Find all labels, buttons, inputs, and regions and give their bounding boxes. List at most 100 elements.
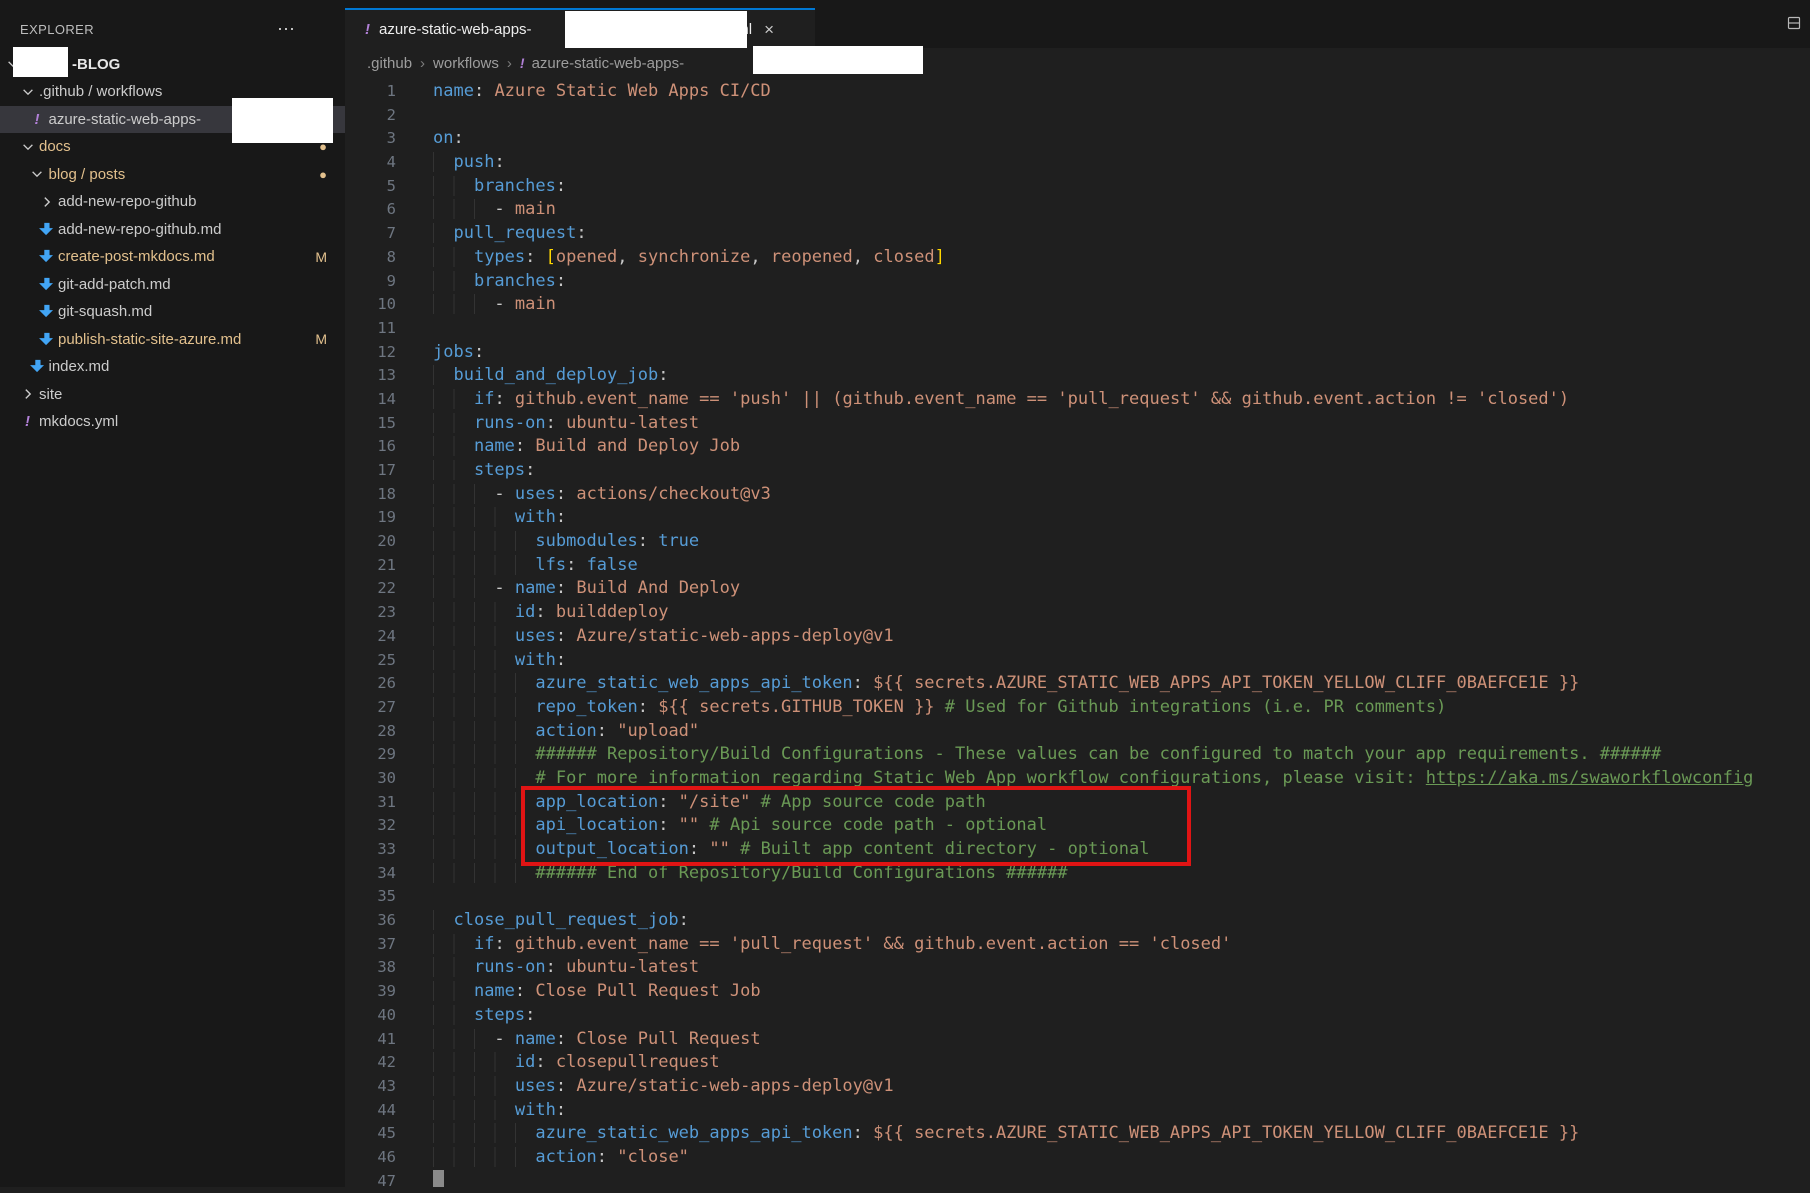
tree-item[interactable]: git-add-patch.md bbox=[0, 271, 345, 299]
line-number: 5 bbox=[345, 175, 396, 199]
code-line[interactable]: 4 push: bbox=[345, 151, 1810, 175]
code-line-content: action: "upload" bbox=[433, 720, 699, 744]
code-line[interactable]: 7 pull_request: bbox=[345, 222, 1810, 246]
code-line[interactable]: 10 - main bbox=[345, 293, 1810, 317]
more-actions-icon[interactable]: ⋯ bbox=[277, 24, 295, 34]
code-line[interactable]: 23 id: builddeploy bbox=[345, 601, 1810, 625]
tree-item[interactable]: add-new-repo-github bbox=[0, 188, 345, 216]
tree-item[interactable]: site bbox=[0, 381, 345, 409]
code-line[interactable]: 21 lfs: false bbox=[345, 554, 1810, 578]
code-line[interactable]: 35 bbox=[345, 885, 1810, 909]
code-line[interactable]: 12jobs: bbox=[345, 341, 1810, 365]
line-number: 4 bbox=[345, 151, 396, 175]
tree-item-label: docs bbox=[39, 138, 71, 155]
code-line[interactable]: 8 types: [opened, synchronize, reopened,… bbox=[345, 246, 1810, 270]
code-line-content: on: bbox=[433, 127, 464, 151]
line-number: 8 bbox=[345, 246, 396, 270]
code-line-content: with: bbox=[433, 649, 566, 673]
code-line-content: push: bbox=[433, 151, 505, 175]
code-line-content: output_location: "" # Built app content … bbox=[433, 838, 1150, 862]
code-line[interactable]: 16 name: Build and Deploy Job bbox=[345, 435, 1810, 459]
tree-item[interactable]: blog / posts● bbox=[0, 161, 345, 189]
code-line[interactable]: 25 with: bbox=[345, 649, 1810, 673]
code-line[interactable]: 38 runs-on: ubuntu-latest bbox=[345, 956, 1810, 980]
code-line-content: runs-on: ubuntu-latest bbox=[433, 412, 699, 436]
breadcrumb-file-prefix[interactable]: azure-static-web-apps- bbox=[532, 55, 685, 72]
code-line[interactable]: 31 app_location: "/site" # App source co… bbox=[345, 791, 1810, 815]
tree-item[interactable]: index.md bbox=[0, 353, 345, 381]
tree-item[interactable]: git-squash.md bbox=[0, 298, 345, 326]
code-line[interactable]: 3on: bbox=[345, 127, 1810, 151]
code-line[interactable]: 45 azure_static_web_apps_api_token: ${{ … bbox=[345, 1122, 1810, 1146]
yaml-file-icon: ! bbox=[365, 21, 370, 38]
code-line[interactable]: 26 azure_static_web_apps_api_token: ${{ … bbox=[345, 672, 1810, 696]
code-line[interactable]: 42 id: closepullrequest bbox=[345, 1051, 1810, 1075]
code-line[interactable]: 28 action: "upload" bbox=[345, 720, 1810, 744]
code-line[interactable]: 18 - uses: actions/checkout@v3 bbox=[345, 483, 1810, 507]
code-line[interactable]: 14 if: github.event_name == 'push' || (g… bbox=[345, 388, 1810, 412]
line-number: 10 bbox=[345, 293, 396, 317]
code-line[interactable]: 17 steps: bbox=[345, 459, 1810, 483]
line-number: 35 bbox=[345, 885, 396, 909]
split-editor-icon[interactable] bbox=[1786, 15, 1802, 36]
redaction-box bbox=[753, 46, 923, 74]
code-line[interactable]: 11 bbox=[345, 317, 1810, 341]
code-area[interactable]: 1name: Azure Static Web Apps CI/CD23on:4… bbox=[345, 80, 1810, 1193]
line-number: 19 bbox=[345, 506, 396, 530]
code-line[interactable]: 29 ###### Repository/Build Configuration… bbox=[345, 743, 1810, 767]
code-line[interactable]: 41 - name: Close Pull Request bbox=[345, 1028, 1810, 1052]
code-line[interactable]: 30 # For more information regarding Stat… bbox=[345, 767, 1810, 791]
line-number: 14 bbox=[345, 388, 396, 412]
code-line[interactable]: 6 - main bbox=[345, 198, 1810, 222]
tree-item[interactable]: publish-static-site-azure.mdM bbox=[0, 326, 345, 354]
code-line[interactable]: 36 close_pull_request_job: bbox=[345, 909, 1810, 933]
tree-item-label: git-add-patch.md bbox=[58, 276, 171, 293]
code-line[interactable]: 32 api_location: "" # Api source code pa… bbox=[345, 814, 1810, 838]
code-line[interactable]: 1name: Azure Static Web Apps CI/CD bbox=[345, 80, 1810, 104]
code-line-content: close_pull_request_job: bbox=[433, 909, 689, 933]
code-line[interactable]: 37 if: github.event_name == 'pull_reques… bbox=[345, 933, 1810, 957]
tree-item-label: index.md bbox=[49, 358, 110, 375]
code-line[interactable]: 13 build_and_deploy_job: bbox=[345, 364, 1810, 388]
code-line-content: steps: bbox=[433, 1004, 535, 1028]
code-line[interactable]: 40 steps: bbox=[345, 1004, 1810, 1028]
code-line[interactable]: 22 - name: Build And Deploy bbox=[345, 577, 1810, 601]
breadcrumb-separator: › bbox=[507, 55, 512, 72]
tab-close-icon[interactable]: × bbox=[764, 21, 774, 38]
tab-label-prefix: azure-static-web-apps- bbox=[379, 21, 532, 38]
code-line[interactable]: 15 runs-on: ubuntu-latest bbox=[345, 412, 1810, 436]
breadcrumb: .github › workflows › ! azure-static-web… bbox=[345, 48, 1810, 78]
code-line-content: - name: Build And Deploy bbox=[433, 577, 740, 601]
breadcrumb-folder[interactable]: workflows bbox=[433, 55, 499, 72]
code-line[interactable]: 47 bbox=[345, 1170, 1810, 1193]
code-line[interactable]: 9 branches: bbox=[345, 270, 1810, 294]
line-number: 15 bbox=[345, 412, 396, 436]
code-line-content: uses: Azure/static-web-apps-deploy@v1 bbox=[433, 1075, 894, 1099]
code-line[interactable]: 46 action: "close" bbox=[345, 1146, 1810, 1170]
tree-item[interactable]: !mkdocs.yml bbox=[0, 408, 345, 436]
code-line-content: name: Close Pull Request Job bbox=[433, 980, 761, 1004]
code-line[interactable]: 43 uses: Azure/static-web-apps-deploy@v1 bbox=[345, 1075, 1810, 1099]
tree-item[interactable]: create-post-mkdocs.mdM bbox=[0, 243, 345, 271]
line-number: 45 bbox=[345, 1122, 396, 1146]
code-line-content: build_and_deploy_job: bbox=[433, 364, 668, 388]
code-line-content: branches: bbox=[433, 270, 566, 294]
code-line[interactable]: 5 branches: bbox=[345, 175, 1810, 199]
code-line[interactable]: 19 with: bbox=[345, 506, 1810, 530]
code-line[interactable]: 24 uses: Azure/static-web-apps-deploy@v1 bbox=[345, 625, 1810, 649]
tree-item[interactable]: add-new-repo-github.md bbox=[0, 216, 345, 244]
line-number: 27 bbox=[345, 696, 396, 720]
line-number: 43 bbox=[345, 1075, 396, 1099]
breadcrumb-folder[interactable]: .github bbox=[367, 55, 412, 72]
line-number: 22 bbox=[345, 577, 396, 601]
code-line[interactable]: 33 output_location: "" # Built app conte… bbox=[345, 838, 1810, 862]
code-line[interactable]: 34 ###### End of Repository/Build Config… bbox=[345, 862, 1810, 886]
code-line[interactable]: 20 submodules: true bbox=[345, 530, 1810, 554]
line-number: 30 bbox=[345, 767, 396, 791]
markdown-icon bbox=[37, 332, 56, 347]
code-line[interactable]: 2 bbox=[345, 104, 1810, 128]
tree-item-label: publish-static-site-azure.md bbox=[58, 331, 241, 348]
code-line[interactable]: 27 repo_token: ${{ secrets.GITHUB_TOKEN … bbox=[345, 696, 1810, 720]
code-line[interactable]: 39 name: Close Pull Request Job bbox=[345, 980, 1810, 1004]
code-line[interactable]: 44 with: bbox=[345, 1099, 1810, 1123]
